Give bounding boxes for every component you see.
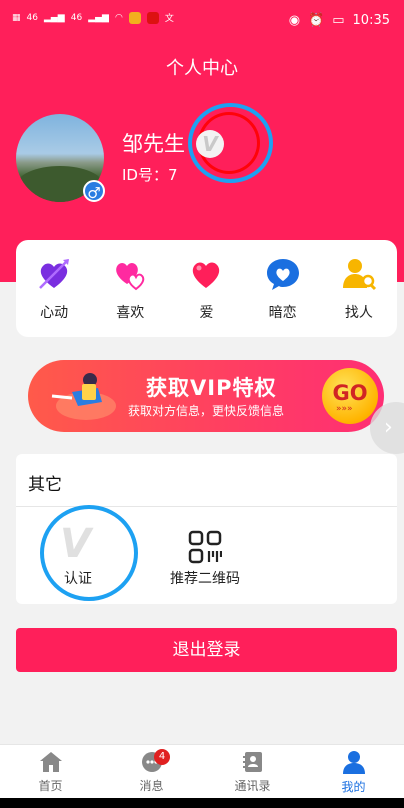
nav-home-label: 首页	[38, 778, 63, 793]
chat-heart-icon	[266, 258, 299, 290]
system-nav-bar	[0, 798, 404, 808]
home-icon	[39, 751, 62, 772]
vip-banner-title: 获取VIP特权	[146, 376, 277, 400]
menu-item-crush[interactable]: 暗恋	[248, 256, 318, 322]
vip-banner-subtitle: 获取对方信息，更快反馈信息	[128, 404, 285, 418]
nav-contacts-label: 通讯录	[234, 778, 271, 793]
menu-label-heartbeat: 心动	[40, 304, 69, 321]
person-search-icon	[342, 258, 376, 290]
nav-profile-label: 我的	[341, 779, 366, 794]
bottom-nav: 首页 4 消息 通讯录 我的	[0, 744, 404, 799]
menu-label-love: 爱	[199, 304, 214, 321]
alarm-icon: ⏰	[308, 13, 325, 28]
sim-icon: ▦	[12, 12, 21, 23]
reading-girl-illustration	[51, 373, 116, 420]
translate-icon: 文	[164, 14, 174, 24]
double-heart-icon	[116, 262, 145, 290]
menu-label-like: 喜欢	[116, 304, 145, 321]
nav-home[interactable]: 首页	[0, 745, 101, 799]
signal-icon: ▂▄▆	[43, 12, 65, 23]
heart-arrow-icon	[39, 258, 70, 289]
nav-messages[interactable]: 4 消息	[101, 745, 202, 799]
verify-button[interactable]	[40, 505, 138, 601]
menu-item-find-people[interactable]: 找人	[324, 256, 394, 322]
go-arrows-icon: »»»	[336, 404, 353, 414]
other-section-title: 其它	[28, 475, 62, 495]
user-id: ID号：7	[122, 166, 178, 184]
network-type-2: 46	[70, 12, 83, 23]
status-left: ▦ 46 ▂▄▆ 46 ▂▄▆ ◠ 文	[12, 11, 174, 24]
go-button[interactable]: GO	[322, 368, 378, 424]
heart-icon	[193, 262, 220, 288]
status-bar: ▦ 46 ▂▄▆ 46 ▂▄▆ ◠ 文 ◉ ⏰ ▭ 10:35	[0, 0, 404, 40]
nav-messages-label: 消息	[139, 778, 164, 793]
interaction-menu: 心动 喜欢 爱 暗恋 找人	[16, 240, 397, 337]
highlight-ring-blue	[188, 103, 273, 183]
menu-item-heartbeat[interactable]: 心动	[19, 256, 89, 322]
nav-contacts[interactable]: 通讯录	[202, 745, 303, 799]
eye-icon: ◉	[288, 13, 301, 28]
page-title: 个人中心	[166, 58, 238, 79]
qr-code-icon[interactable]	[188, 530, 222, 564]
user-nickname: 邹先生	[122, 132, 185, 156]
menu-item-love[interactable]: 爱	[171, 256, 241, 322]
status-right: ◉ ⏰ ▭ 10:35	[289, 13, 390, 28]
menu-label-find-people: 找人	[344, 304, 373, 321]
battery-icon: ▭	[332, 13, 345, 28]
menu-item-like[interactable]: 喜欢	[95, 256, 165, 322]
wifi-icon: ◠	[114, 12, 123, 23]
clock-time: 10:35	[352, 13, 390, 28]
signal-icon-2: ▂▄▆	[88, 12, 109, 23]
logout-button[interactable]: 退出登录	[16, 628, 397, 672]
contacts-icon	[242, 751, 262, 772]
notification-app-icon-2	[146, 11, 159, 24]
menu-label-crush: 暗恋	[268, 304, 297, 321]
nav-profile[interactable]: 我的	[303, 745, 404, 799]
qr-code-label: 推荐二维码	[170, 571, 240, 587]
message-count-badge: 4	[154, 749, 170, 765]
profile-icon	[342, 750, 365, 774]
network-type: 46	[26, 12, 38, 23]
notification-app-icon	[128, 11, 141, 24]
gender-male-icon: ♂	[83, 180, 105, 202]
